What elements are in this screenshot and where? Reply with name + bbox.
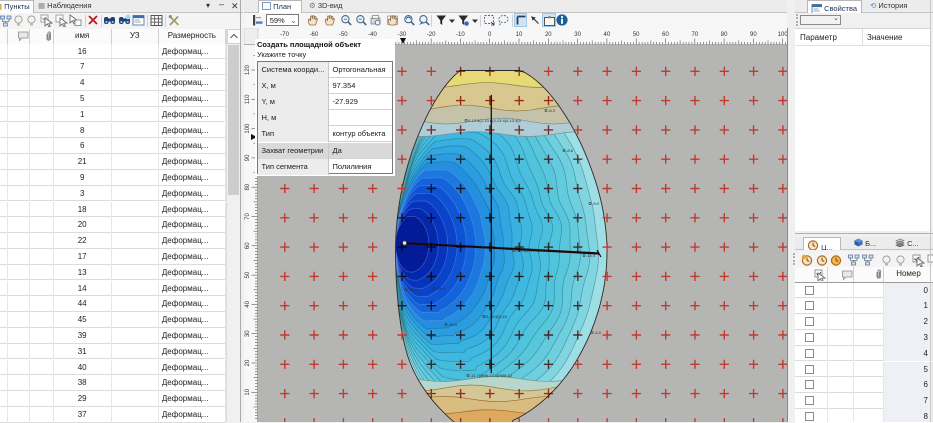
- svg-text:10: 10: [516, 32, 523, 38]
- svg-text:0-13.6(2-13.6(3-13.4(0-13.4(0: 0-13.6(2-13.6(3-13.4(0-13.4(0: [468, 118, 522, 123]
- svg-text:100: 100: [245, 123, 251, 134]
- svg-text:-8.3: -8.3: [548, 108, 556, 113]
- svg-text:-10: -10: [456, 32, 465, 38]
- svg-text:100: 100: [778, 32, 787, 38]
- svg-text:60: 60: [245, 242, 251, 249]
- svg-text:-16.6: -16.6: [408, 287, 418, 292]
- svg-text:-16.0: -16.0: [448, 322, 458, 327]
- svg-text:50: 50: [245, 271, 251, 278]
- svg-text:10: 10: [245, 388, 251, 395]
- svg-text:120: 120: [245, 64, 251, 75]
- svg-text:-20: -20: [427, 32, 436, 38]
- svg-text:-40: -40: [368, 32, 377, 38]
- svg-text:30: 30: [245, 330, 251, 337]
- svg-text:-9.0: -9.0: [592, 201, 600, 206]
- svg-text:-4.0: -4.0: [594, 330, 602, 335]
- svg-text:40: 40: [245, 300, 251, 307]
- svg-text:70: 70: [691, 32, 698, 38]
- svg-text:-60: -60: [310, 32, 319, 38]
- svg-text:-16.4: -16.4: [436, 286, 446, 291]
- svg-text:90: 90: [750, 32, 757, 38]
- svg-text:-8.6: -8.6: [566, 148, 574, 153]
- svg-text:30: 30: [574, 32, 581, 38]
- svg-text:110: 110: [245, 94, 251, 104]
- svg-text:0-15.9(2-15: 0-15.9(2-15: [486, 314, 507, 319]
- svg-text:50: 50: [633, 32, 640, 38]
- svg-text:40: 40: [604, 32, 611, 38]
- svg-text:-14.9(2-14.9(0-14: -14.9(2-14.9(0-14: [516, 248, 548, 253]
- svg-text:-50: -50: [339, 32, 348, 38]
- svg-text:80: 80: [721, 32, 728, 38]
- svg-text:80: 80: [245, 183, 251, 190]
- svg-text:90: 90: [245, 154, 251, 161]
- svg-text:-11.7(0М6-12.1(0М8-12: -11.7(0М6-12.1(0М8-12: [470, 373, 513, 378]
- svg-text:20: 20: [545, 32, 552, 38]
- svg-text:-30: -30: [397, 32, 406, 38]
- svg-text:20: 20: [245, 359, 251, 366]
- svg-text:70: 70: [245, 213, 251, 220]
- svg-text:-14.0: -14.0: [586, 253, 596, 258]
- svg-text:60: 60: [662, 32, 669, 38]
- svg-text:-70: -70: [280, 32, 289, 38]
